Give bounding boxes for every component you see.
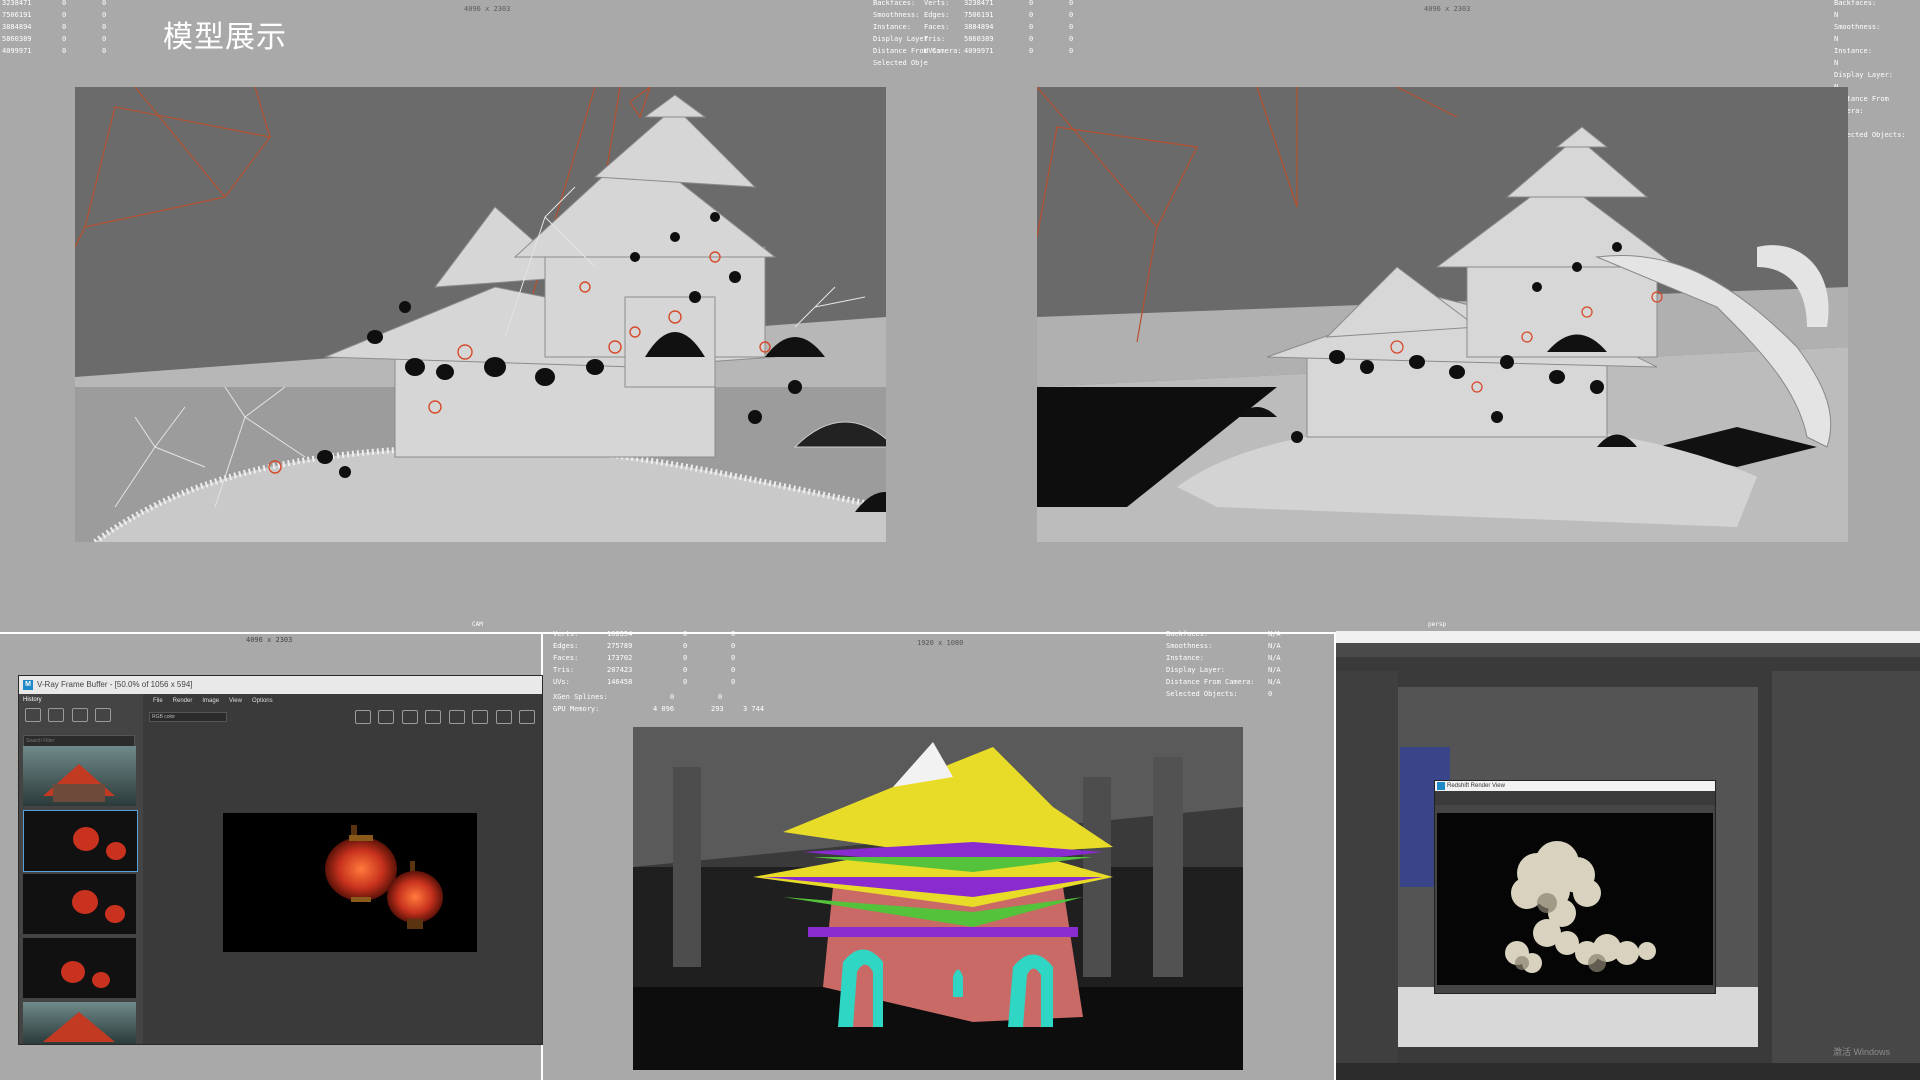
- hud-row: Verts: 108354 0 0: [553, 630, 736, 638]
- load-icon[interactable]: [71, 708, 88, 722]
- time-slider[interactable]: [1336, 1063, 1920, 1080]
- hud-row: 5860389 0 0: [2, 35, 107, 43]
- smoke-render-image: [1437, 813, 1713, 985]
- channel-select[interactable]: RGB color: [149, 712, 227, 722]
- temple-wireframe-cam: [75, 87, 886, 542]
- zoom-icon[interactable]: [425, 710, 442, 724]
- history-thumbnail[interactable]: [23, 1002, 136, 1044]
- hud-row: 4099971 0 0: [2, 47, 107, 55]
- hud-row: Tris: 5860389 0 0: [924, 35, 1074, 43]
- app-menu-bar: [1336, 631, 1920, 643]
- camera-label-cam: CAM: [472, 621, 483, 628]
- menu-file[interactable]: File: [153, 698, 163, 704]
- left-tool-strip: [1336, 671, 1398, 1071]
- vray-frame-buffer-window: M V-Ray Frame Buffer - [50.0% of 1056 x …: [18, 675, 543, 1045]
- clear-icon[interactable]: [95, 708, 112, 722]
- menu-options[interactable]: Options: [252, 698, 273, 704]
- temple-colored-render: [633, 727, 1243, 1070]
- refresh-icon[interactable]: [495, 710, 512, 724]
- hud-row: Distance From Camera: N/A: [1166, 678, 1281, 686]
- vray-menu-bar: File Render Image View Options: [145, 694, 542, 708]
- maya-logo-icon: [1437, 782, 1445, 790]
- track-mouse-icon[interactable]: [401, 710, 418, 724]
- mid-resolution: 1920 x 1080: [917, 639, 964, 647]
- vray-main-panel: File Render Image View Options RGB color: [145, 694, 542, 1044]
- vray-render-image: [223, 813, 477, 952]
- stop-icon[interactable]: [519, 710, 535, 724]
- vray-title-bar[interactable]: M V-Ray Frame Buffer - [50.0% of 1056 x …: [19, 676, 542, 694]
- hud-top-left: 3238471 0 0 7506191 0 0 3884894 0 0 5860389 0 0 …: [2, 0, 106, 57]
- viewport-mid-render[interactable]: [633, 727, 1243, 1070]
- hud-top-mid-stats: Verts: 3238471 0 0 Edges: 7506191 0 0 Faces: 38…: [924, 0, 1073, 57]
- history-thumbnail[interactable]: [23, 874, 136, 934]
- hud-row: Instance: N/A: [1166, 654, 1281, 662]
- hud-row: Faces: 3884894 0 0: [924, 23, 1074, 31]
- hou-timeline-area: [1398, 987, 1758, 1047]
- viewport-persp[interactable]: [1037, 87, 1848, 542]
- viewport-resolution: 4096 x 2303: [464, 5, 511, 13]
- menu-image[interactable]: Image: [202, 698, 219, 704]
- region-icon[interactable]: [378, 710, 395, 724]
- hud-row: Edges: 7506191 0 0: [924, 11, 1074, 19]
- hud-row: UVs: 4099971 0 0: [924, 47, 1074, 55]
- page-title: 模型展示: [163, 20, 287, 55]
- hud-mid-right: Backfaces: N/A Smoothness: N/A Instance: N/…: [1166, 628, 1281, 700]
- vray-window-title: V-Ray Frame Buffer - [50.0% of 1056 x 59…: [37, 680, 193, 689]
- history-thumbnail[interactable]: [23, 746, 136, 806]
- bottom-left-resolution: 4096 x 2303: [246, 636, 293, 644]
- render-icon[interactable]: [448, 710, 465, 724]
- attribute-editor: [1772, 671, 1920, 1071]
- hud-row: 3238471 0 0: [2, 0, 107, 7]
- hud-row: XGen Splines: 0 0: [553, 693, 723, 701]
- hud-row: Backfaces:N: [1834, 0, 1877, 19]
- hud-row: Verts: 3238471 0 0: [924, 0, 1074, 7]
- hud-label: Selected Obje: [873, 59, 928, 67]
- redshift-render-view-window: Redshift Render View: [1434, 780, 1716, 994]
- hud-row: Smoothness: N/A: [1166, 642, 1281, 650]
- history-label: History: [23, 697, 42, 703]
- hud-row: Smoothness:N: [1834, 23, 1881, 43]
- hud-row: GPU Memory: 4 096 293 3 744: [553, 705, 765, 713]
- hud-row: Display Layer: N/A: [1166, 666, 1281, 674]
- temple-wireframe-persp: [1037, 87, 1848, 542]
- hud-row: Selected Objects: 0: [1166, 690, 1273, 698]
- hud-row: Faces: 173702 0 0: [553, 654, 736, 662]
- activate-windows-watermark: 激活 Windows: [1832, 1047, 1890, 1057]
- compare-icon[interactable]: [48, 708, 65, 722]
- maya-logo-icon: M: [23, 680, 33, 690]
- vray-render-toolbar: [354, 710, 538, 729]
- menu-view[interactable]: View: [229, 698, 242, 704]
- viewport-resolution-right: 4096 x 2303: [1424, 5, 1471, 13]
- hud-row: 7506191 0 0: [2, 11, 107, 19]
- menu-render[interactable]: Render: [173, 698, 193, 704]
- camera-label-persp: persp: [1428, 621, 1447, 628]
- hud-mid-stats: Verts: 108354 0 0 Edges: 275789 0 0 Faces: 1737…: [553, 628, 764, 715]
- vray-history-panel: History: [19, 694, 143, 1044]
- hud-row: Backfaces: N/A: [1166, 630, 1281, 638]
- render-view-title-bar[interactable]: Redshift Render View: [1435, 781, 1715, 791]
- history-thumbnail[interactable]: [23, 938, 136, 998]
- hud-row: Tris: 207423 0 0: [553, 666, 736, 674]
- render-view-title: Redshift Render View: [1447, 783, 1505, 789]
- save-icon[interactable]: [25, 708, 41, 722]
- render-view-toolbar: [1435, 791, 1715, 805]
- viewport-cam[interactable]: [75, 87, 886, 542]
- hud-row: Edges: 275789 0 0: [553, 642, 736, 650]
- app-toolbar: [1336, 643, 1920, 657]
- history-thumbnail-selected[interactable]: [23, 810, 138, 872]
- hud-row: UVs: 146458 0 0: [553, 678, 736, 686]
- history-toolbar: [19, 706, 143, 729]
- ipr-icon[interactable]: [472, 710, 489, 724]
- hud-row: Instance:N: [1834, 47, 1872, 67]
- hud-row: 3884894 0 0: [2, 23, 107, 31]
- save-image-icon[interactable]: [354, 710, 371, 724]
